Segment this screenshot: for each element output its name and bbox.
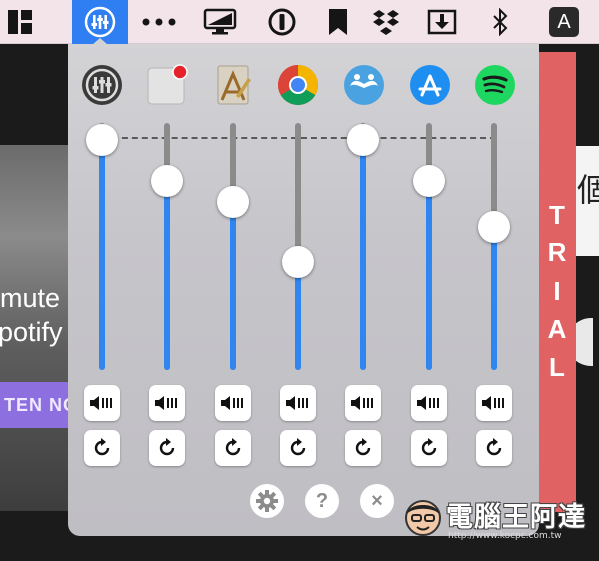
volume-fill-2 [164, 181, 170, 370]
script-editor-icon [212, 64, 254, 106]
volume-knob-1[interactable] [86, 124, 118, 156]
background-listen-button[interactable]: TEN NO [0, 382, 70, 428]
gear-icon[interactable] [250, 484, 284, 518]
menu-bar: A [0, 0, 599, 44]
master-volume-icon [81, 64, 123, 106]
reset-button-3[interactable] [215, 430, 251, 466]
refresh-icon [159, 438, 175, 456]
notification-app-icon [146, 64, 188, 106]
refresh-icon [355, 438, 371, 456]
dashboard-icon[interactable] [0, 0, 46, 44]
mute-button-6[interactable] [411, 385, 447, 421]
refresh-icon [94, 438, 110, 456]
input-source-label: A [549, 7, 579, 37]
volume-fill-3 [230, 202, 236, 370]
download-icon[interactable] [416, 0, 468, 44]
reset-button-5[interactable] [345, 430, 381, 466]
watermark-url: http://www.kocpc.com.tw [448, 531, 562, 541]
background-text-2: potify [0, 317, 63, 347]
mute-button-1[interactable] [84, 385, 120, 421]
refresh-icon [486, 438, 502, 456]
app-store-icon [409, 64, 451, 106]
volume-knob-4[interactable] [282, 245, 314, 278]
trial-letter-a: A [547, 314, 567, 344]
moustache-app-icon [343, 64, 385, 106]
watermark-logo [404, 498, 442, 538]
refresh-icon [290, 438, 306, 456]
refresh-icon [421, 438, 437, 456]
chrome-icon [277, 64, 319, 106]
reset-button-1[interactable] [84, 430, 120, 466]
refresh-icon [225, 438, 241, 456]
trial-letter-l: L [549, 352, 565, 382]
volume-fill-7 [491, 227, 497, 370]
volume-knob-3[interactable] [217, 186, 249, 219]
reset-button-7[interactable] [476, 430, 512, 466]
mute-button-7[interactable] [476, 385, 512, 421]
reset-button-6[interactable] [411, 430, 447, 466]
volume-fill-6 [426, 181, 432, 370]
input-source-icon[interactable]: A [538, 0, 590, 44]
trial-letter-i: I [553, 276, 561, 306]
help-button[interactable]: ? [305, 484, 339, 518]
panel-arrow [92, 38, 108, 45]
bluetooth-icon[interactable] [474, 0, 526, 44]
mute-button-2[interactable] [149, 385, 185, 421]
one-password-icon[interactable] [256, 0, 308, 44]
trial-letter-t: T [549, 200, 565, 230]
speaker-icon [286, 396, 308, 410]
more-dots-icon[interactable] [133, 0, 185, 44]
speaker-icon [155, 396, 177, 410]
dropbox-icon[interactable] [360, 0, 412, 44]
volume-fill-4 [295, 261, 301, 370]
background-text-1: mute [0, 283, 61, 313]
bookmark-icon[interactable] [312, 0, 364, 44]
speaker-icon [482, 396, 504, 410]
spotify-icon [474, 64, 516, 106]
volume-fill-1 [99, 140, 105, 370]
speaker-icon [221, 396, 243, 410]
reset-button-4[interactable] [280, 430, 316, 466]
trial-letter-r: R [547, 237, 567, 267]
volume-fill-5 [360, 140, 366, 370]
watermark-text: 電腦王阿達 [446, 502, 586, 533]
speaker-icon [90, 396, 112, 410]
mute-button-5[interactable] [345, 385, 381, 421]
speaker-icon [351, 396, 373, 410]
background-spotify-page: mute potify TEN NO [0, 145, 70, 511]
background-right-char: 個 [577, 171, 599, 209]
mute-button-3[interactable] [215, 385, 251, 421]
mute-button-4[interactable] [280, 385, 316, 421]
display-icon[interactable] [194, 0, 246, 44]
speaker-icon [417, 396, 439, 410]
close-button[interactable]: × [360, 484, 394, 518]
volume-knob-5[interactable] [347, 124, 379, 156]
reset-button-2[interactable] [149, 430, 185, 466]
